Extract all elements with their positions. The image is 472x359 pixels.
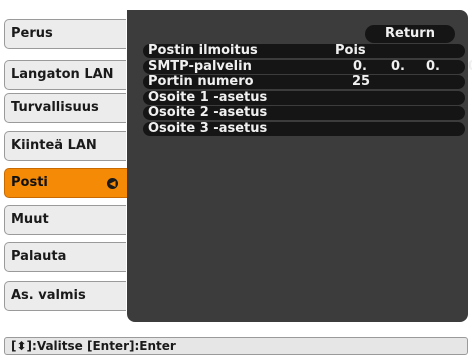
ip-octet-4[interactable]: 0 bbox=[468, 60, 472, 74]
setting-label: Osoite 2 -asetus bbox=[148, 105, 268, 120]
setting-value: 25 bbox=[352, 74, 371, 89]
setting-label: Portin numero bbox=[148, 74, 254, 89]
ip-octet-2[interactable]: 0. bbox=[391, 60, 405, 74]
enter-arrow-icon: ◀ bbox=[107, 178, 118, 189]
setting-row-osoite-3[interactable]: Osoite 3 -asetus bbox=[143, 122, 465, 136]
menu-item-perus[interactable]: Perus bbox=[4, 19, 126, 49]
menu-item-label: Muut bbox=[11, 212, 49, 227]
setting-row-smtp-palvelin[interactable]: SMTP-palvelin 0. 0. 0. 0 bbox=[143, 59, 472, 74]
setting-label: Osoite 3 -asetus bbox=[148, 121, 268, 136]
menu-item-label: Langaton LAN bbox=[11, 67, 114, 82]
setting-row-osoite-1[interactable]: Osoite 1 -asetus bbox=[143, 91, 465, 105]
menu-item-label: Perus bbox=[11, 26, 53, 41]
menu-item-label: Turvallisuus bbox=[11, 100, 99, 115]
setting-row-portin-numero[interactable]: Portin numero 25 bbox=[143, 75, 465, 89]
settings-panel: Return Postin ilmoitus Pois SMTP-palveli… bbox=[127, 10, 472, 322]
return-button[interactable]: Return bbox=[365, 25, 455, 43]
setting-label: SMTP-palvelin bbox=[148, 59, 252, 74]
menu-item-label: Kiinteä LAN bbox=[11, 138, 97, 153]
setting-value: Pois bbox=[335, 43, 366, 58]
menu-item-label: Posti bbox=[11, 175, 48, 190]
menu-item-turvallisuus[interactable]: Turvallisuus bbox=[4, 93, 126, 123]
menu-item-label: Palauta bbox=[11, 249, 67, 264]
setting-label: Postin ilmoitus bbox=[148, 43, 258, 58]
ip-octet-1[interactable]: 0. bbox=[353, 60, 367, 74]
menu-item-palauta[interactable]: Palauta bbox=[4, 242, 126, 272]
menu-item-langaton-lan[interactable]: Langaton LAN bbox=[4, 60, 126, 90]
menu-item-label: As. valmis bbox=[11, 288, 86, 303]
setting-row-osoite-2[interactable]: Osoite 2 -asetus bbox=[143, 106, 465, 120]
menu-item-kiintea-lan[interactable]: Kiinteä LAN bbox=[4, 131, 126, 161]
ip-octet-3[interactable]: 0. bbox=[426, 60, 440, 74]
help-statusbar: [⬍]:Valitse [Enter]:Enter bbox=[4, 337, 468, 355]
menu-item-muut[interactable]: Muut bbox=[4, 205, 126, 235]
setting-row-postin-ilmoitus[interactable]: Postin ilmoitus Pois bbox=[143, 44, 465, 58]
menu-item-as-valmis[interactable]: As. valmis bbox=[4, 281, 126, 311]
setting-label: Osoite 1 -asetus bbox=[148, 90, 268, 105]
projector-network-menu-screen: Perus Langaton LAN Turvallisuus Kiinteä … bbox=[0, 0, 472, 359]
menu-item-posti[interactable]: Posti ◀ bbox=[4, 168, 128, 198]
